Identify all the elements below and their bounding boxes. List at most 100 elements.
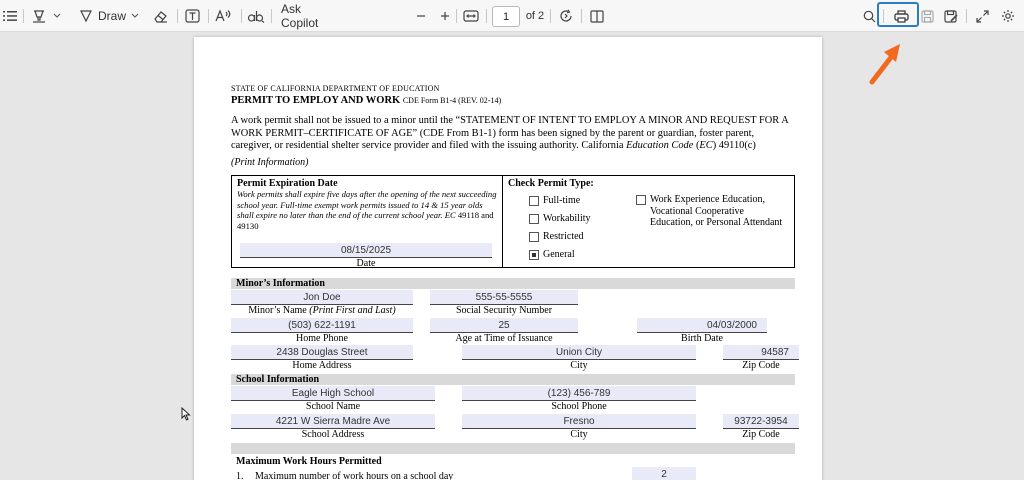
toolbar-separator	[550, 9, 551, 23]
form-title: PERMIT TO EMPLOY AND WORK CDE Form B1-4 …	[231, 95, 501, 106]
ssn-label: Social Security Number	[455, 305, 553, 316]
annotation-arrow	[869, 44, 900, 85]
work-experience-line1: Work Experience Education,	[650, 194, 765, 205]
toolbar-separator	[966, 9, 967, 23]
toolbar-separator	[581, 9, 582, 23]
hours-item-1-field[interactable]: 2	[632, 467, 696, 480]
expiration-date-field[interactable]: 08/15/2025	[240, 243, 492, 258]
home-city-field[interactable]: Union City	[462, 345, 696, 360]
intro-ec-ref: ) 49110(c)	[712, 140, 756, 151]
box-divider	[502, 176, 503, 267]
toolbar-separator	[177, 9, 178, 23]
school-phone-field[interactable]: (123) 456-789	[462, 386, 696, 401]
toolbar-separator	[241, 9, 242, 23]
form-title-text: PERMIT TO EMPLOY AND WORK	[231, 95, 401, 106]
full-time-label: Full-time	[543, 195, 581, 206]
zoom-out-icon[interactable]	[414, 0, 428, 32]
toolbar-separator	[271, 9, 272, 23]
home-address-label: Home Address	[292, 360, 352, 371]
minor-name-label-text: Minor’s Name	[248, 305, 307, 316]
minor-name-field[interactable]: Jon Doe	[231, 290, 413, 305]
hours-item-1-text: Maximum number of work hours on a school…	[255, 471, 454, 480]
draw-button[interactable]: Draw	[98, 0, 126, 32]
max-hours-title: Maximum Work Hours Permitted	[236, 456, 382, 467]
permit-type-title: Check Permit Type:	[508, 178, 594, 189]
page-number-input[interactable]: 1	[492, 6, 520, 27]
print-information-note: (Print Information)	[231, 157, 309, 168]
school-city-field[interactable]: Fresno	[462, 414, 696, 429]
pdf-page: STATE OF CALIFORNIA DEPARTMENT OF EDUCAT…	[194, 37, 822, 480]
restricted-checkbox[interactable]	[529, 232, 539, 242]
birth-date-field[interactable]: 04/03/2000	[637, 318, 767, 333]
date-label: Date	[356, 258, 376, 269]
save-as-icon[interactable]	[943, 0, 959, 32]
school-zip-field[interactable]: 93722-3954	[723, 414, 799, 429]
general-label: General	[543, 249, 575, 260]
birth-date-label: Birth Date	[681, 333, 723, 344]
permit-details-box: Permit Expiration Date Work permits shal…	[231, 175, 795, 269]
toolbar-separator	[486, 9, 487, 23]
highlight-dropdown-chevron-icon[interactable]	[52, 0, 62, 32]
school-city-label: City	[570, 429, 588, 440]
school-address-field[interactable]: 4221 W Sierra Madre Ave	[231, 414, 435, 429]
home-address-field[interactable]: 2438 Douglas Street	[231, 345, 413, 360]
expiration-ec: EC	[444, 210, 456, 220]
school-address-label: School Address	[301, 429, 365, 440]
zoom-in-icon[interactable]	[438, 0, 452, 32]
fullscreen-icon[interactable]	[974, 0, 990, 32]
home-phone-label: Home Phone	[296, 333, 348, 344]
page-view-icon[interactable]	[588, 0, 606, 32]
age-label: Age at Time of Issuance	[455, 333, 553, 344]
home-zip-field[interactable]: 94587	[723, 345, 799, 360]
intro-paragraph: A work permit shall not be issued to a m…	[231, 115, 791, 153]
work-experience-checkbox[interactable]	[636, 195, 646, 205]
draw-dropdown-chevron-icon[interactable]	[130, 0, 140, 32]
workability-label: Workability	[543, 213, 591, 224]
mouse-cursor-icon	[181, 407, 191, 421]
ssn-field[interactable]: 555-55-5555	[430, 290, 578, 305]
home-phone-field[interactable]: (503) 622-1191	[231, 318, 413, 333]
page-count: of 2	[525, 10, 545, 22]
age-field[interactable]: 25	[430, 318, 578, 333]
workability-checkbox[interactable]	[529, 214, 539, 224]
section-divider-band	[231, 443, 795, 454]
toolbar-separator	[456, 9, 457, 23]
school-zip-label: Zip Code	[742, 429, 780, 440]
translate-icon[interactable]	[246, 0, 266, 32]
print-button-highlight	[877, 2, 919, 27]
work-experience-label: Work Experience Education, Vocational Co…	[650, 194, 782, 229]
school-name-field[interactable]: Eagle High School	[231, 386, 435, 401]
hours-item-1-number: 1.	[236, 471, 244, 480]
fit-to-width-icon[interactable]	[462, 0, 480, 32]
intro-education-code: Education Code	[626, 140, 694, 151]
home-city-label: City	[570, 360, 588, 371]
restricted-label: Restricted	[543, 231, 584, 242]
expiration-rules-text: Work permits shall expire five days afte…	[237, 189, 499, 231]
toolbar-separator	[23, 9, 24, 23]
search-icon[interactable]	[861, 0, 877, 32]
draw-pen-icon[interactable]	[78, 0, 94, 32]
rotate-icon[interactable]	[557, 0, 575, 32]
home-zip-label: Zip Code	[742, 360, 780, 371]
toolbar-separator	[208, 9, 209, 23]
contents-list-icon[interactable]	[2, 0, 18, 32]
save-icon[interactable]	[919, 0, 935, 32]
work-experience-line3: Education, or Personal Attendant	[650, 217, 783, 228]
intro-ec: EC	[699, 140, 713, 151]
read-aloud-icon[interactable]	[214, 0, 232, 32]
full-time-checkbox[interactable]	[529, 196, 539, 206]
eraser-icon[interactable]	[152, 0, 168, 32]
general-checkbox[interactable]	[529, 250, 539, 260]
school-phone-label: School Phone	[551, 401, 607, 412]
ask-copilot-button[interactable]: Ask Copilot	[281, 0, 337, 32]
form-id: CDE Form B1-4 (REV. 02-14)	[402, 96, 502, 105]
work-experience-line2: Vocational Cooperative	[650, 205, 744, 217]
minor-info-section-header: Minor’s Information	[231, 278, 795, 289]
settings-gear-icon[interactable]	[999, 0, 1017, 32]
pdf-toolbar: Draw Ask Copilot 1 of 2	[0, 0, 1024, 32]
highlight-icon[interactable]	[31, 0, 47, 32]
text-box-icon[interactable]	[183, 0, 201, 32]
minor-name-label: Minor’s Name (Print First and Last)	[231, 305, 413, 316]
expiration-date-title: Permit Expiration Date	[237, 178, 338, 189]
minor-name-label-hint: (Print First and Last)	[309, 305, 396, 316]
